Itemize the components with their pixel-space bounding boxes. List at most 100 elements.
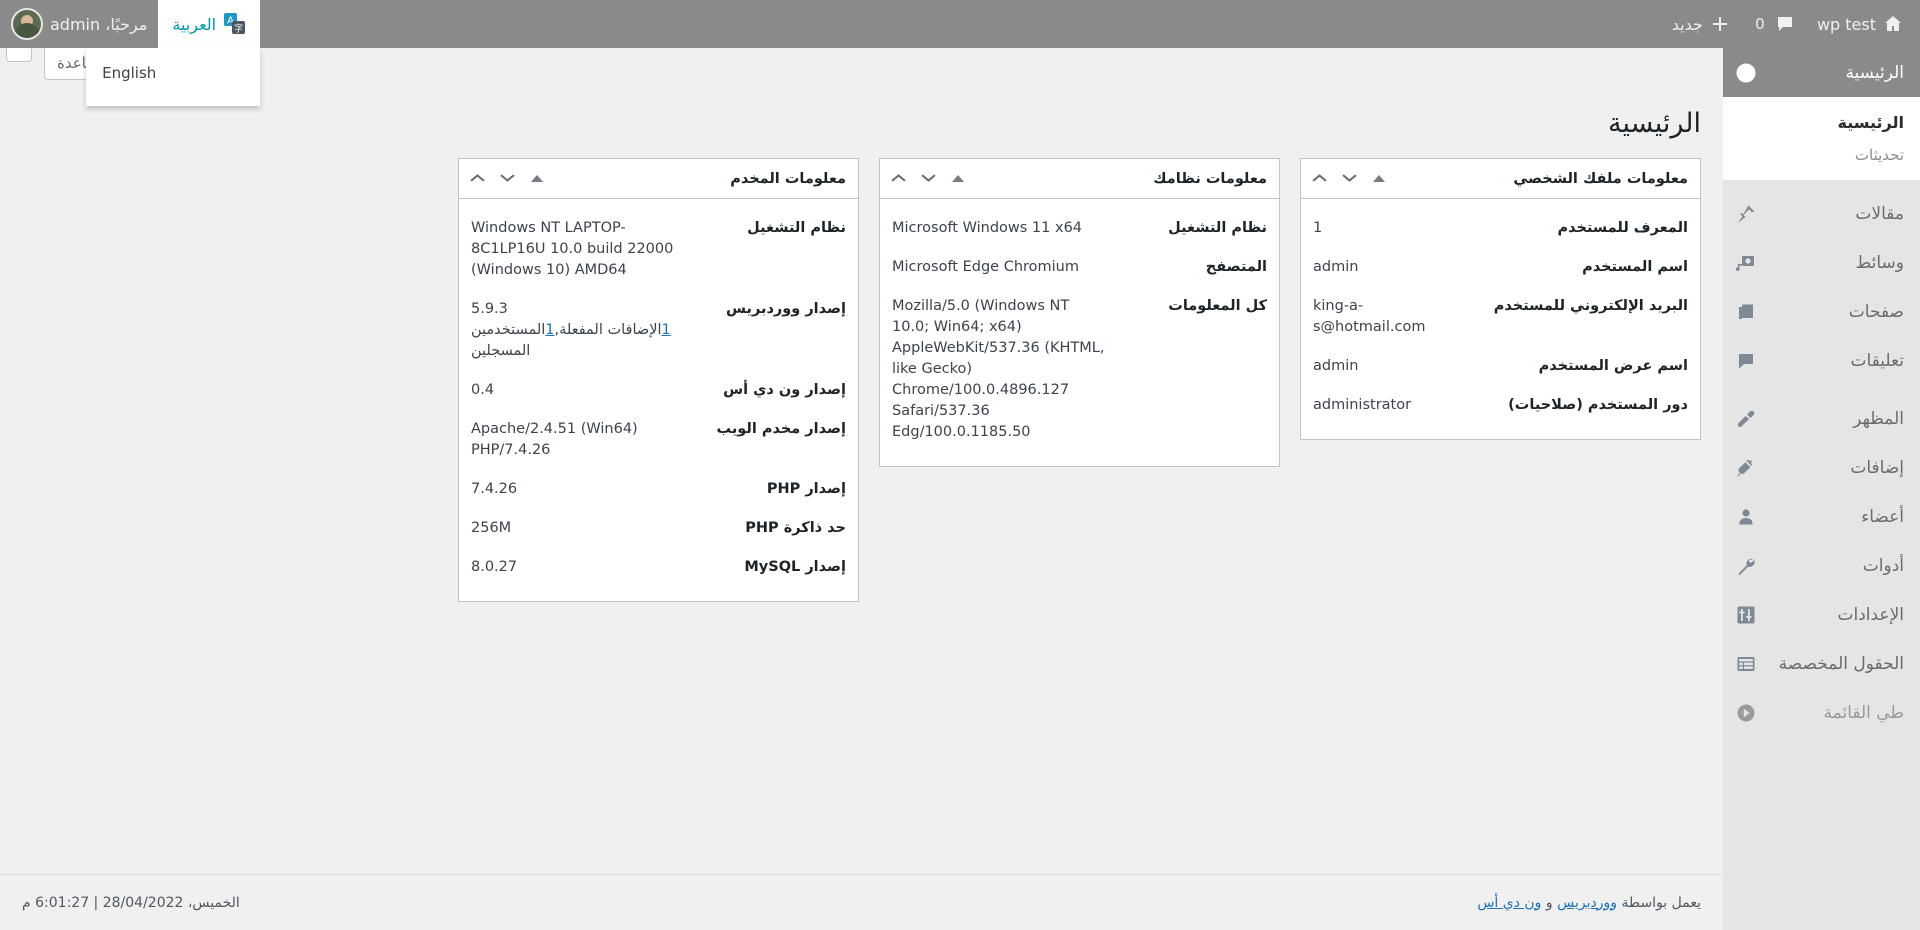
postbox-title: معلومات المخدم — [730, 170, 846, 187]
comment-bubble-icon — [1775, 14, 1795, 34]
sidebar-item-custom-fields[interactable]: الحقول المخصصة — [1723, 639, 1920, 688]
sidebar-item-appearance[interactable]: المظهر — [1723, 394, 1920, 443]
dashboard-submenu: الرئيسية تحديثات — [1723, 97, 1920, 180]
chevron-down-icon[interactable] — [501, 175, 514, 183]
postbox-title: معلومات ملفك الشخصي — [1513, 170, 1688, 187]
row-key: المتصفح — [1205, 259, 1267, 276]
avatar — [11, 8, 43, 40]
credit-and: و — [1545, 894, 1553, 911]
site-name-menu[interactable]: wp test — [1806, 0, 1914, 48]
chevron-down-icon[interactable] — [922, 175, 935, 183]
table-row: دور المستخدم (صلاحيات) administrator — [1301, 386, 1700, 425]
row-value: Microsoft Windows 11 x64 — [892, 220, 1083, 236]
chevron-up-icon[interactable] — [471, 175, 484, 183]
language-option-english[interactable]: English — [86, 58, 260, 88]
sidebar-item-collapse-menu[interactable]: طي القائمة — [1723, 688, 1920, 737]
row-value: Microsoft Edge Chromium — [892, 259, 1079, 276]
sidebar-item-posts[interactable]: مقالات — [1723, 189, 1920, 238]
media-icon — [1735, 252, 1757, 274]
postbox-body: نظام التشغيل Windows NT LAPTOP-8C1LP16U … — [459, 199, 858, 601]
table-row: المتصفح Microsoft Edge Chromium — [880, 248, 1279, 287]
wordpress-admin-screen: wp test 0 جديد A 字 العربية English مرحبً… — [0, 0, 1920, 930]
postbox-profile-info: معلومات ملفك الشخصي المعرف للمستخدم 1 اس… — [1300, 158, 1701, 441]
row-value: Apache/2.4.51 (Win64) PHP/7.4.26 — [471, 421, 638, 459]
chevron-up-icon[interactable] — [892, 175, 905, 183]
row-key: إصدار ووردبريس — [726, 301, 846, 318]
language-switcher-menu[interactable]: A 字 العربية English — [86, 0, 261, 106]
move-up-icon[interactable] — [531, 175, 543, 182]
profile-info-table: المعرف للمستخدم 1 اسم المستخدم admin الب… — [1301, 209, 1700, 425]
sidebar-item-users[interactable]: أعضاء — [1723, 492, 1920, 541]
wordpress-home-icon — [1883, 14, 1903, 34]
plugin-icon — [1735, 457, 1757, 479]
row-value: king-a-s@hotmail.com — [1313, 298, 1426, 336]
translate-icon: A 字 — [224, 13, 246, 35]
row-key: نظام التشغيل — [1168, 220, 1267, 236]
postbox-header: معلومات ملفك الشخصي — [1301, 159, 1700, 199]
chevron-up-icon[interactable] — [1313, 175, 1326, 183]
comment-count: 0 — [1755, 15, 1765, 33]
admin-bar: wp test 0 جديد A 字 العربية English مرحبً… — [0, 0, 1920, 106]
wordpress-link[interactable]: ووردبريس — [1557, 895, 1617, 911]
table-row: حد ذاكرة PHP 256M — [459, 509, 858, 548]
table-row: إصدار مخدم الويب Apache/2.4.51 (Win64) P… — [459, 410, 858, 470]
row-value: 1 — [1313, 220, 1323, 236]
postbox-actions — [1313, 175, 1385, 183]
sidebar-item-media[interactable]: وسائط — [1723, 238, 1920, 287]
sidebar-item-settings[interactable]: الإعدادات — [1723, 590, 1920, 639]
language-current-label: العربية — [172, 14, 217, 34]
sidebar-item-label: الإعدادات — [1837, 604, 1904, 625]
table-row: إصدار PHP 7.4.26 — [459, 470, 858, 509]
sidebar-item-pages[interactable]: صفحات — [1723, 287, 1920, 336]
menu-separator — [1723, 385, 1920, 394]
submenu-item-updates[interactable]: تحديثات — [1723, 139, 1920, 171]
wp-version-extra: 1الإضافات المفعلة,1المستخدمين المسجلين — [471, 320, 686, 362]
sidebar-item-comments[interactable]: تعليقات — [1723, 336, 1920, 385]
my-account-menu[interactable]: مرحبًا، admin — [0, 0, 158, 48]
new-content-label: جديد — [1671, 14, 1703, 34]
active-plugins-link[interactable]: 1 — [662, 322, 671, 338]
registered-users-link[interactable]: 1 — [545, 322, 554, 338]
pages-icon — [1735, 301, 1757, 323]
submenu-item-home[interactable]: الرئيسية — [1723, 106, 1920, 139]
dashboard-widgets: معلومات ملفك الشخصي المعرف للمستخدم 1 اس… — [0, 158, 1723, 622]
row-key: كل المعلومات — [1168, 298, 1267, 315]
menu-separator — [1723, 180, 1920, 189]
row-value: admin — [1313, 358, 1359, 375]
row-key: اسم المستخدم — [1582, 259, 1688, 276]
table-row: اسم المستخدم admin — [1301, 248, 1700, 287]
sidebar-item-label: الرئيسية — [1845, 62, 1904, 83]
postbox-body: نظام التشغيل Microsoft Windows 11 x64 ال… — [880, 199, 1279, 466]
row-key: إصدار PHP — [766, 481, 846, 498]
row-key: دور المستخدم (صلاحيات) — [1508, 397, 1688, 414]
row-value: admin — [1313, 259, 1359, 276]
row-value: 8.0.27 — [471, 559, 518, 576]
postbox-server-info: معلومات المخدم نظام التشغيل Windows NT L… — [458, 158, 859, 603]
sidebar-item-label: صفحات — [1848, 301, 1904, 322]
move-up-icon[interactable] — [1373, 175, 1385, 182]
language-dropdown-menu: English — [86, 48, 261, 106]
row-value: 7.4.26 — [471, 481, 518, 498]
row-value: administrator — [1313, 397, 1412, 414]
sidebar-item-label: مقالات — [1855, 203, 1904, 224]
wds-link[interactable]: ون دي أس — [1477, 895, 1541, 911]
widget-column-3: معلومات المخدم نظام التشغيل Windows NT L… — [448, 158, 869, 622]
table-row: اسم عرض المستخدم admin — [1301, 347, 1700, 386]
comments-bubble-menu[interactable]: 0 — [1741, 0, 1806, 48]
table-row: نظام التشغيل Windows NT LAPTOP-8C1LP16U … — [459, 209, 858, 290]
svg-text:字: 字 — [234, 23, 243, 35]
widget-column-1: معلومات ملفك الشخصي المعرف للمستخدم 1 اس… — [1290, 158, 1711, 622]
row-value: 0.4 — [471, 382, 495, 399]
new-content-menu[interactable]: جديد — [1661, 0, 1741, 48]
sidebar-item-dashboard[interactable]: الرئيسية — [1723, 48, 1920, 97]
sidebar-item-tools[interactable]: أدوات — [1723, 541, 1920, 590]
admin-bar-left-group: A 字 العربية English مرحبًا، admin — [0, 0, 261, 106]
sidebar-item-plugins[interactable]: إضافات — [1723, 443, 1920, 492]
sidebar-item-label: المظهر — [1853, 408, 1904, 429]
chevron-down-icon[interactable] — [1343, 175, 1356, 183]
screen-options-toggle-button[interactable] — [6, 48, 32, 62]
server-info-table: نظام التشغيل Windows NT LAPTOP-8C1LP16U … — [459, 209, 858, 587]
table-row: البريد الإلكتروني للمستخدم king-a-s@hotm… — [1301, 287, 1700, 347]
row-value: Windows NT LAPTOP-8C1LP16U 10.0 build 22… — [471, 220, 674, 279]
move-up-icon[interactable] — [952, 175, 964, 182]
